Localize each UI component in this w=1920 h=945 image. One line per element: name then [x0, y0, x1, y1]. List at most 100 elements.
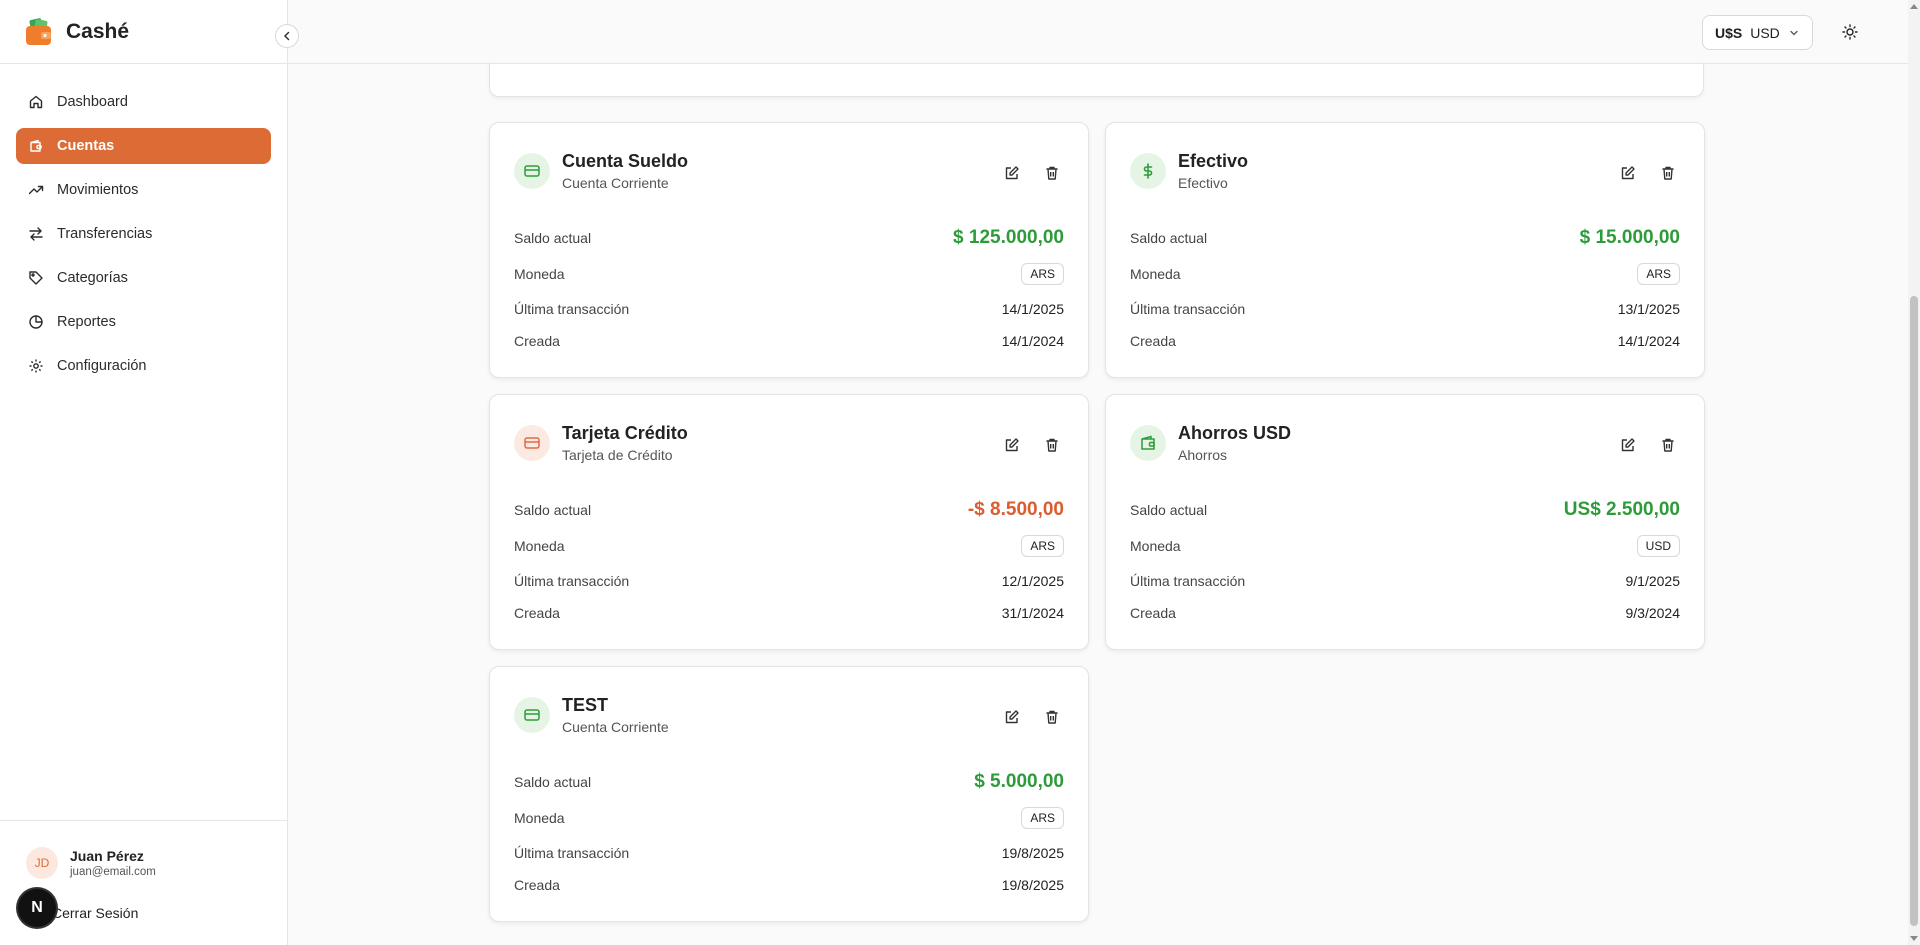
trending-up-icon: [28, 185, 44, 195]
created-label: Creada: [514, 605, 560, 621]
created-date: 19/8/2025: [1001, 877, 1064, 893]
sidebar-item-movimientos[interactable]: Movimientos: [16, 172, 271, 208]
brand[interactable]: Cashé: [0, 0, 287, 64]
currency-label: Moneda: [1130, 538, 1181, 554]
theme-toggle-button[interactable]: [1838, 20, 1862, 44]
gear-icon: [29, 359, 43, 373]
wallet-icon: [30, 139, 42, 152]
trash-icon: [1046, 166, 1058, 180]
created-date: 14/1/2024: [1001, 333, 1064, 349]
wallet-logo-icon: [24, 17, 54, 47]
logout-button[interactable]: Cerrar Sesión: [52, 905, 138, 921]
avatar: JD: [26, 847, 58, 879]
edit-account-button[interactable]: [1000, 161, 1024, 185]
sun-icon: [1842, 24, 1858, 40]
sidebar-item-reportes[interactable]: Reportes: [16, 304, 271, 340]
edit-account-button[interactable]: [1000, 433, 1024, 457]
credit-card-icon: [514, 697, 550, 733]
trash-icon: [1046, 438, 1058, 452]
scroll-down-arrow[interactable]: [1910, 936, 1918, 941]
account-type: Cuenta Corriente: [562, 175, 669, 191]
home-icon: [29, 95, 43, 109]
balance-label: Saldo actual: [514, 230, 592, 246]
sidebar-item-label: Cuentas: [57, 138, 115, 154]
user-profile[interactable]: JD Juan Pérez juan@email.com: [26, 847, 156, 879]
account-balance: US$ 2.500,00: [1563, 499, 1680, 520]
sidebar-item-dashboard[interactable]: Dashboard: [16, 84, 271, 120]
edit-account-button[interactable]: [1616, 161, 1640, 185]
sidebar-item-cuentas[interactable]: Cuentas: [16, 128, 271, 164]
edit-account-button[interactable]: [1616, 433, 1640, 457]
pie-chart-icon: [29, 315, 43, 329]
topbar: U$S USD: [288, 0, 1908, 64]
balance-label: Saldo actual: [514, 774, 592, 790]
last-tx-label: Última transacción: [1130, 573, 1246, 589]
sidebar-nav: Dashboard Cuentas Movimientos Transferen…: [0, 64, 287, 412]
sidebar-item-label: Dashboard: [57, 94, 128, 110]
delete-account-button[interactable]: [1040, 161, 1064, 185]
account-name: TEST: [562, 695, 609, 715]
sidebar-item-transferencias[interactable]: Transferencias: [16, 216, 271, 252]
balance-label: Saldo actual: [514, 502, 592, 518]
delete-account-button[interactable]: [1040, 433, 1064, 457]
delete-account-button[interactable]: [1656, 433, 1680, 457]
page-scrollbar[interactable]: [1908, 0, 1920, 945]
account-card: Cuenta Sueldo Cuenta Corriente Saldo act…: [489, 122, 1089, 378]
delete-account-button[interactable]: [1040, 705, 1064, 729]
scroll-up-arrow[interactable]: [1910, 4, 1918, 9]
account-name: Tarjeta Crédito: [562, 423, 688, 443]
balance-label: Saldo actual: [1130, 502, 1208, 518]
currency-badge: ARS: [1021, 263, 1064, 285]
edit-icon: [1621, 166, 1635, 180]
account-balance: $ 5.000,00: [974, 771, 1064, 792]
account-card: Ahorros USD Ahorros Saldo actual US$ 2.50…: [1105, 394, 1705, 650]
currency-label: Moneda: [1130, 266, 1181, 282]
account-name: Cuenta Sueldo: [562, 151, 689, 171]
last-tx-date: 12/1/2025: [1001, 573, 1064, 589]
trash-icon: [1662, 438, 1674, 452]
created-date: 31/1/2024: [1001, 605, 1064, 621]
account-balance: $ 125.000,00: [953, 227, 1064, 248]
arrows-exchange-icon: [29, 227, 43, 241]
currency-label: Moneda: [514, 538, 565, 554]
account-balance: $ 15.000,00: [1579, 227, 1680, 248]
app-name: Cashé: [66, 19, 130, 43]
last-tx-label: Última transacción: [514, 573, 630, 589]
sidebar: Cashé Dashboard Cuentas Movimientos Tran…: [0, 0, 299, 945]
nextjs-dev-badge[interactable]: N: [18, 889, 56, 927]
currency-badge: ARS: [1021, 807, 1064, 829]
sidebar-item-label: Movimientos: [57, 182, 139, 198]
edit-icon: [1005, 438, 1019, 452]
edit-icon: [1621, 438, 1635, 452]
currency-select[interactable]: U$S USD: [1702, 15, 1813, 50]
sidebar-item-label: Categorías: [57, 270, 128, 286]
account-type: Efectivo: [1178, 175, 1228, 191]
currency-label: Moneda: [514, 266, 565, 282]
account-card: Tarjeta Crédito Tarjeta de Crédito Saldo…: [489, 394, 1089, 650]
account-type: Ahorros: [1178, 447, 1228, 463]
sidebar-footer: JD Juan Pérez juan@email.com Cerrar Sesi…: [0, 820, 287, 945]
currency-symbol: U$S: [1715, 24, 1743, 41]
user-name: Juan Pérez: [70, 848, 144, 864]
user-email: juan@email.com: [70, 866, 156, 878]
edit-icon: [1005, 710, 1019, 724]
scrollbar-thumb[interactable]: [1910, 296, 1918, 926]
created-label: Creada: [1130, 605, 1176, 621]
created-label: Creada: [514, 877, 560, 893]
delete-account-button[interactable]: [1656, 161, 1680, 185]
sidebar-item-configuracion[interactable]: Configuración: [16, 348, 271, 384]
sidebar-item-label: Transferencias: [57, 226, 153, 242]
collapse-sidebar-button[interactable]: [275, 24, 299, 48]
edit-account-button[interactable]: [1000, 705, 1024, 729]
balance-label: Saldo actual: [1130, 230, 1208, 246]
last-tx-date: 19/8/2025: [1001, 845, 1064, 861]
sidebar-item-categorias[interactable]: Categorías: [16, 260, 271, 296]
last-tx-date: 13/1/2025: [1617, 301, 1680, 317]
last-tx-label: Última transacción: [514, 301, 630, 317]
last-tx-label: Última transacción: [1130, 301, 1246, 317]
trash-icon: [1046, 710, 1058, 724]
created-date: 14/1/2024: [1617, 333, 1680, 349]
account-card: Efectivo Efectivo Saldo actual $ 15.000,0…: [1105, 122, 1705, 378]
currency-badge: ARS: [1021, 535, 1064, 557]
created-label: Creada: [514, 333, 560, 349]
